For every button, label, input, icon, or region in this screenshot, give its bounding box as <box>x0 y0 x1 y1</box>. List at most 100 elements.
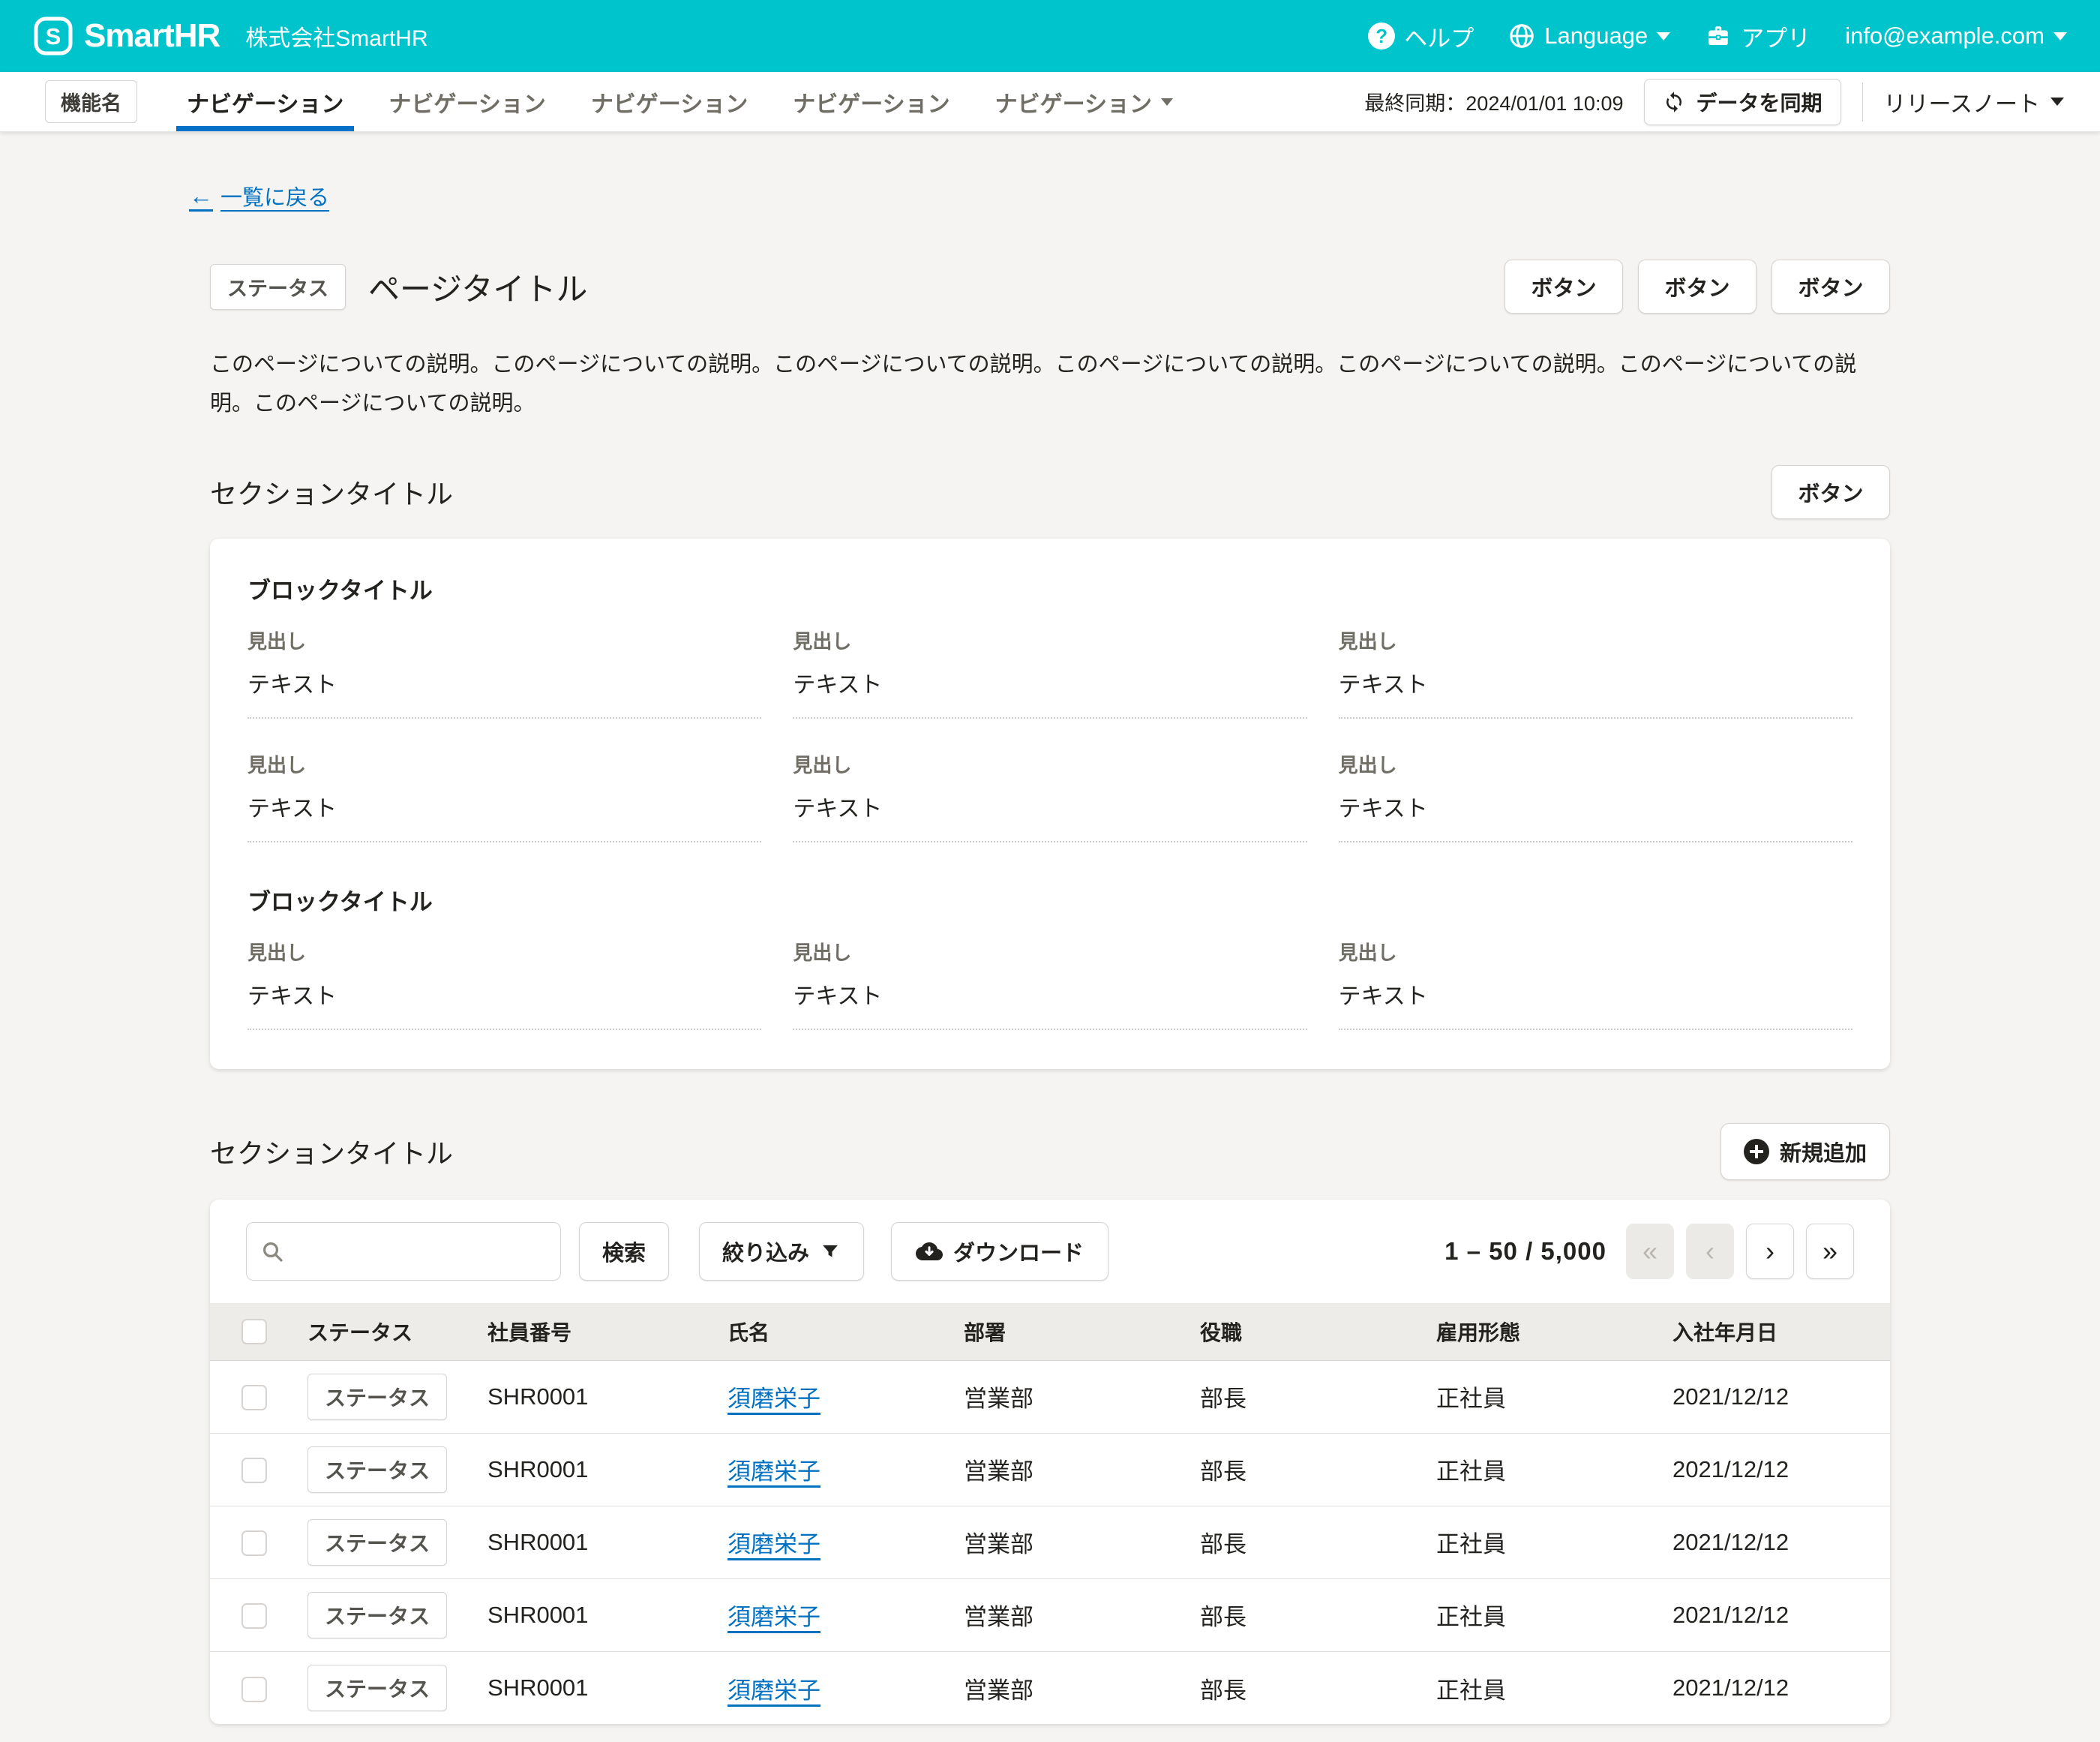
department-cell: 営業部 <box>964 1433 1200 1506</box>
nav-tabs: ナビゲーション ナビゲーション ナビゲーション ナビゲーション ナビゲーション <box>164 72 1196 131</box>
row-checkbox[interactable] <box>242 1677 267 1702</box>
employee-name-link[interactable]: 須磨栄子 <box>728 1604 820 1630</box>
field-value: テキスト <box>248 978 761 1011</box>
field: 見出し テキスト <box>793 750 1306 842</box>
company-name: 株式会社SmartHR <box>245 20 428 53</box>
section1-button[interactable]: ボタン <box>1772 465 1890 519</box>
nav-tab-3[interactable]: ナビゲーション <box>568 72 770 131</box>
globe-icon <box>1508 23 1535 50</box>
table-toolbar: 検索 絞り込み ダウンロード 1 – 50 <box>210 1200 1890 1303</box>
sync-data-button[interactable]: データを同期 <box>1644 79 1840 125</box>
help-link[interactable]: ? ヘルプ <box>1368 20 1474 53</box>
employee-name-link[interactable]: 須磨栄子 <box>728 1386 820 1412</box>
status-badge: ステータス <box>308 1519 447 1566</box>
employment-cell: 正社員 <box>1436 1433 1672 1506</box>
app-header: S SmartHR 株式会社SmartHR ? ヘルプ Language <box>0 0 2100 72</box>
last-sync-status: 最終同期：2024/01/01 10:09 <box>1364 87 1623 116</box>
field-value: テキスト <box>1339 978 1852 1011</box>
table-row: ステータス SHR0001 須磨栄子 営業部 部長 正社員 2021/12/12 <box>210 1433 1890 1506</box>
column-header-employee-id: 社員番号 <box>488 1303 728 1360</box>
feature-name-chip: 機能名 <box>45 80 137 123</box>
nav-tab-5-dropdown[interactable]: ナビゲーション <box>973 72 1196 131</box>
row-checkbox[interactable] <box>242 1530 267 1556</box>
apps-link[interactable]: アプリ <box>1705 20 1810 53</box>
add-new-button[interactable]: 新規追加 <box>1720 1123 1890 1180</box>
cloud-download-icon <box>916 1240 943 1263</box>
nav-tab-1[interactable]: ナビゲーション <box>164 72 366 131</box>
employee-id-cell: SHR0001 <box>488 1578 728 1651</box>
table-header-row: ステータス 社員番号 氏名 部署 役職 雇用形態 入社年月日 <box>210 1303 1890 1360</box>
employee-id-cell: SHR0001 <box>488 1506 728 1578</box>
pagination-next-button[interactable]: › <box>1746 1224 1794 1279</box>
search-input[interactable] <box>293 1239 547 1264</box>
department-cell: 営業部 <box>964 1360 1200 1433</box>
pagination: 1 – 50 / 5,000 « ‹ › » <box>1444 1224 1854 1279</box>
position-cell: 部長 <box>1200 1360 1436 1433</box>
block-title: ブロックタイトル <box>248 572 1852 605</box>
hire-date-cell: 2021/12/12 <box>1672 1578 1890 1651</box>
page-action-button-2[interactable]: ボタン <box>1638 260 1756 314</box>
employee-name-link[interactable]: 須磨栄子 <box>728 1458 820 1485</box>
filter-label: 絞り込み <box>722 1236 809 1267</box>
nav-tab-label: ナビゲーション <box>995 86 1152 119</box>
department-cell: 営業部 <box>964 1506 1200 1578</box>
field-value: テキスト <box>248 666 761 699</box>
search-button[interactable]: 検索 <box>579 1222 669 1281</box>
download-button[interactable]: ダウンロード <box>891 1222 1108 1281</box>
field-label: 見出し <box>248 750 761 778</box>
main-content: ← 一覧に戻る ステータス ページタイトル ボタン ボタン ボタン このページに… <box>210 132 1890 1724</box>
language-menu[interactable]: Language <box>1508 23 1670 50</box>
employee-id-cell: SHR0001 <box>488 1360 728 1433</box>
page-status-badge: ステータス <box>210 264 346 310</box>
row-checkbox[interactable] <box>242 1603 267 1629</box>
block-2: ブロックタイトル 見出し テキスト 見出し テキスト 見出し テキスト <box>248 883 1852 1030</box>
nav-tab-label: ナビゲーション <box>187 86 344 119</box>
page-action-button-3[interactable]: ボタン <box>1772 260 1890 314</box>
field-label: 見出し <box>793 750 1306 778</box>
field: 見出し テキスト <box>1339 750 1852 842</box>
column-header-status: ステータス <box>308 1303 488 1360</box>
chevron-down-icon <box>2054 32 2067 41</box>
back-to-list-link[interactable]: ← 一覧に戻る <box>189 180 329 212</box>
table-row: ステータス SHR0001 須磨栄子 営業部 部長 正社員 2021/12/12 <box>210 1506 1890 1578</box>
field-value: テキスト <box>1339 790 1852 823</box>
table-row: ステータス SHR0001 須磨栄子 営業部 部長 正社員 2021/12/12 <box>210 1578 1890 1651</box>
employee-name-link[interactable]: 須磨栄子 <box>728 1531 820 1557</box>
field-value: テキスト <box>793 666 1306 699</box>
pagination-prev-button[interactable]: ‹ <box>1686 1224 1734 1279</box>
department-cell: 営業部 <box>964 1578 1200 1651</box>
nav-tab-label: ナビゲーション <box>793 86 950 119</box>
nav-tab-2[interactable]: ナビゲーション <box>366 72 568 131</box>
account-menu[interactable]: info@example.com <box>1845 23 2067 50</box>
nav-tab-4[interactable]: ナビゲーション <box>770 72 972 131</box>
position-cell: 部長 <box>1200 1578 1436 1651</box>
smarthr-logo-icon: S <box>33 16 74 56</box>
field-label: 見出し <box>793 626 1306 654</box>
filter-button[interactable]: 絞り込み <box>699 1222 864 1281</box>
field: 見出し テキスト <box>248 750 761 842</box>
row-checkbox[interactable] <box>242 1458 267 1483</box>
sync-data-label: データを同期 <box>1696 87 1822 117</box>
employment-cell: 正社員 <box>1436 1360 1672 1433</box>
download-label: ダウンロード <box>953 1236 1084 1267</box>
nav-tab-label: ナビゲーション <box>388 86 545 119</box>
search-box <box>246 1222 561 1281</box>
pagination-first-button[interactable]: « <box>1626 1224 1674 1279</box>
field-label: 見出し <box>1339 626 1852 654</box>
block-1: ブロックタイトル 見出し テキスト 見出し テキスト 見出し テキスト 見出し … <box>248 572 1852 842</box>
divider <box>1862 83 1863 122</box>
table-row: ステータス SHR0001 須磨栄子 営業部 部長 正社員 2021/12/12 <box>210 1651 1890 1724</box>
row-checkbox[interactable] <box>242 1385 267 1410</box>
employment-cell: 正社員 <box>1436 1578 1672 1651</box>
pagination-last-button[interactable]: » <box>1806 1224 1854 1279</box>
employee-table: ステータス 社員番号 氏名 部署 役職 雇用形態 入社年月日 ステータス SHR… <box>210 1303 1890 1724</box>
page-title: ページタイトル <box>368 264 587 310</box>
status-badge: ステータス <box>308 1374 447 1420</box>
select-all-checkbox[interactable] <box>242 1319 267 1344</box>
page-action-button-1[interactable]: ボタン <box>1504 260 1623 314</box>
smarthr-logo[interactable]: S SmartHR <box>33 16 220 56</box>
add-new-label: 新規追加 <box>1780 1136 1867 1167</box>
employee-name-link[interactable]: 須磨栄子 <box>728 1677 820 1704</box>
position-cell: 部長 <box>1200 1433 1436 1506</box>
release-notes-menu[interactable]: リリースノート <box>1884 86 2065 119</box>
